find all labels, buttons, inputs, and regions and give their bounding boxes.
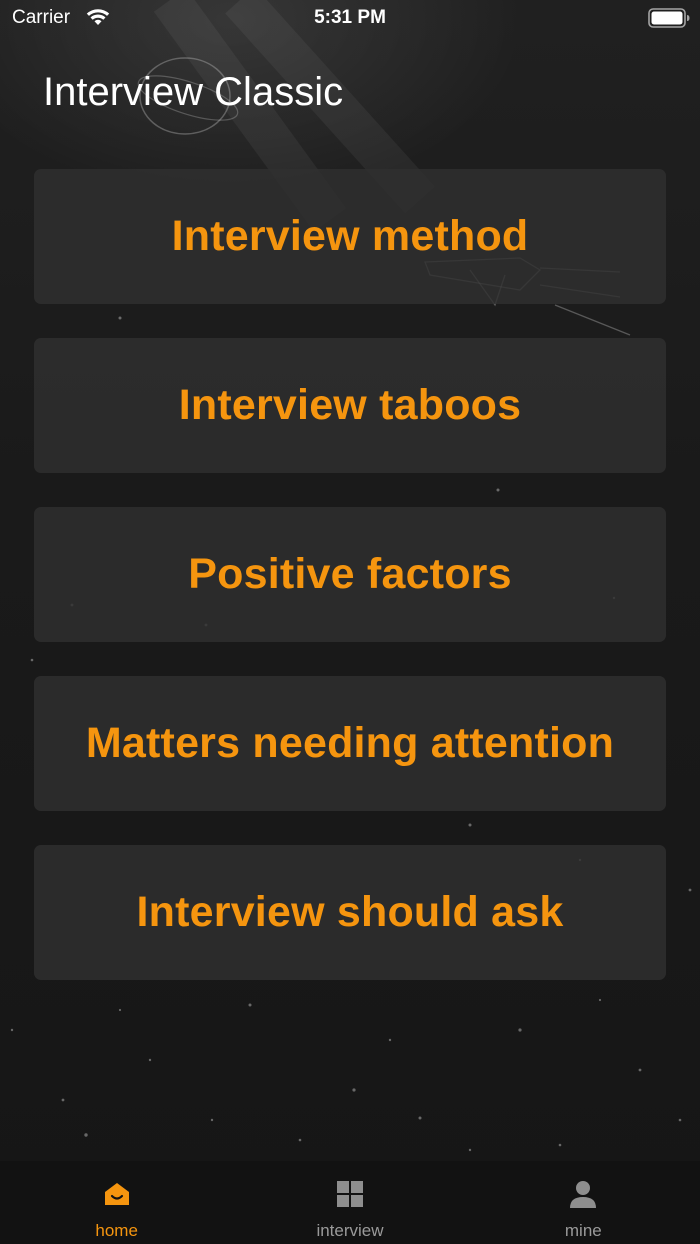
menu-item-matters-needing-attention[interactable]: Matters needing attention bbox=[34, 676, 666, 811]
home-icon bbox=[104, 1183, 129, 1205]
menu-item-label: Interview should ask bbox=[136, 888, 564, 936]
menu-item-positive-factors[interactable]: Positive factors bbox=[34, 507, 666, 642]
tab-mine[interactable]: mine bbox=[467, 1161, 700, 1244]
battery-icon bbox=[648, 8, 690, 28]
menu-item-label: Interview method bbox=[171, 212, 529, 260]
tab-bar: home interview mine bbox=[0, 1161, 700, 1244]
menu-item-interview-taboos[interactable]: Interview taboos bbox=[34, 338, 666, 473]
menu-item-label: Positive factors bbox=[188, 550, 512, 598]
page-title: Interview Classic bbox=[43, 70, 344, 114]
status-time: 5:31 PM bbox=[314, 7, 386, 28]
status-bar: Carrier 5:31 PM bbox=[0, 0, 700, 36]
tab-home[interactable]: home bbox=[0, 1161, 233, 1244]
tab-mine-label: mine bbox=[564, 1221, 602, 1240]
tab-interview[interactable]: interview bbox=[233, 1161, 466, 1244]
menu-item-interview-method[interactable]: Interview method bbox=[34, 169, 666, 304]
person-icon bbox=[570, 1181, 597, 1208]
tab-home-label: home bbox=[95, 1221, 138, 1240]
grid-icon bbox=[336, 1181, 363, 1207]
menu-item-label: Matters needing attention bbox=[85, 719, 615, 767]
menu-list: Interview method Interview taboos Positi… bbox=[34, 169, 666, 1014]
menu-item-interview-should-ask[interactable]: Interview should ask bbox=[34, 845, 666, 980]
tab-interview-label: interview bbox=[316, 1221, 384, 1240]
menu-item-label: Interview taboos bbox=[178, 381, 522, 429]
